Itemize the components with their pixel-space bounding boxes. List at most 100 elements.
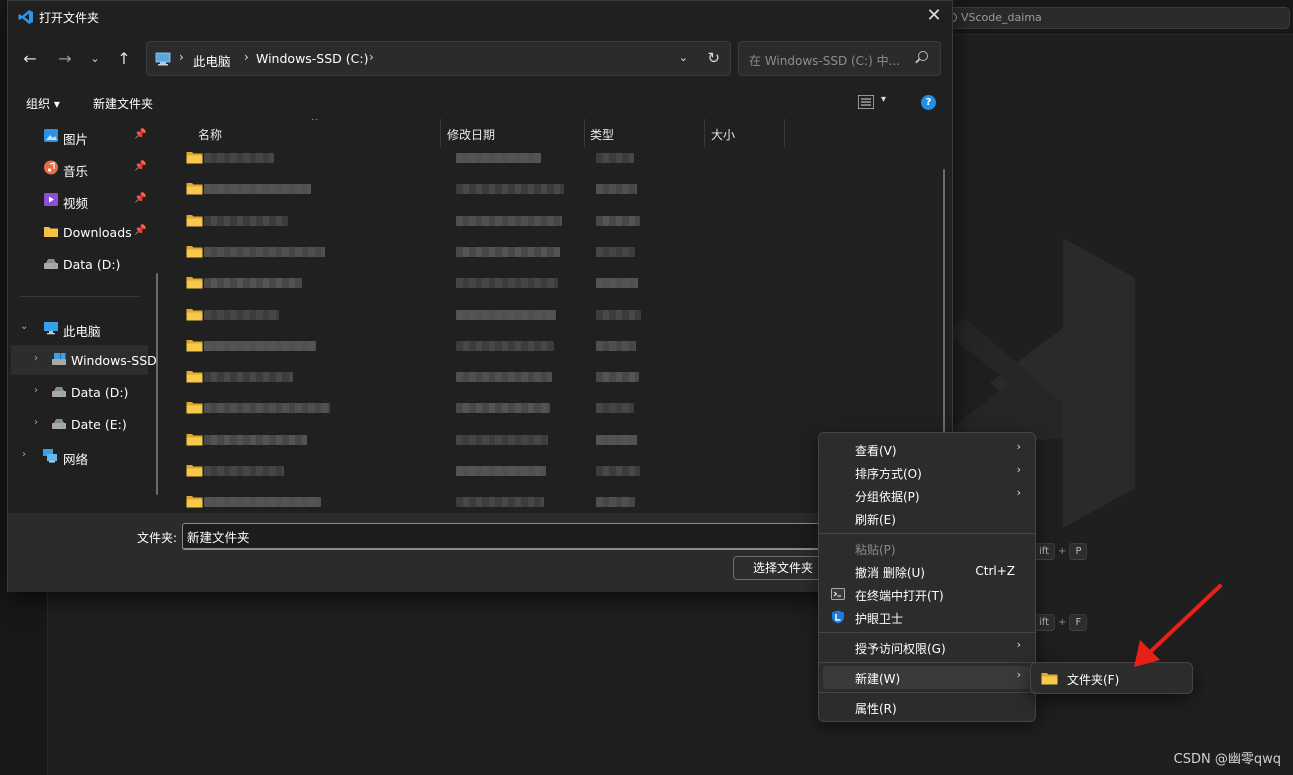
dialog-titlebar: 打开文件夹 ✕ [8, 1, 952, 32]
navigation-bar: ← → ⌄ ↑ › 此电脑 › Windows-SSD (C:) › ⌄ ↻ 在… [8, 41, 952, 77]
menu-item-eye-protection[interactable]: 护眼卫士 [823, 606, 1031, 629]
redacted-name [204, 497, 321, 508]
expand-chevron-icon[interactable]: › [34, 353, 38, 364]
forward-arrow-icon[interactable]: → [53, 47, 77, 71]
folder-icon [186, 183, 203, 195]
menu-item-sort-by[interactable]: 排序方式(O) › [823, 461, 1031, 484]
menu-separator [819, 533, 1035, 534]
redacted-name [204, 403, 330, 414]
expand-chevron-icon[interactable]: ⌄ [20, 321, 28, 332]
dialog-footer: 文件夹: 选择文件夹 [8, 513, 952, 592]
redacted-date [456, 153, 541, 163]
redacted-date [456, 215, 562, 226]
expand-chevron-icon[interactable]: › [34, 417, 38, 428]
redacted-name [204, 215, 288, 226]
view-details-icon[interactable] [858, 95, 874, 109]
search-placeholder: 在 Windows-SSD (C:) 中... [749, 54, 901, 68]
view-options-dropdown-icon[interactable]: ▾ [881, 94, 886, 105]
redacted-type [596, 340, 636, 351]
close-button[interactable]: ✕ [924, 5, 944, 27]
sidebar-item-label: Downloads [63, 225, 132, 240]
vscode-command-center[interactable]: VScode_daima [944, 7, 1290, 29]
folder-name-label: 文件夹: [137, 531, 178, 545]
menu-item-refresh[interactable]: 刷新(E) [823, 507, 1031, 530]
redacted-name [204, 434, 307, 445]
breadcrumb-this-pc[interactable]: 此电脑 [193, 51, 231, 70]
breadcrumb-separator[interactable]: › [369, 50, 374, 64]
folder-row[interactable] [186, 172, 946, 203]
menu-item-view[interactable]: 查看(V) › [823, 438, 1031, 461]
submenu-chevron-icon: › [1016, 486, 1021, 499]
sidebar-item-network[interactable]: › 网络 [8, 441, 160, 471]
search-box[interactable]: 在 Windows-SSD (C:) 中... [738, 41, 941, 76]
menu-separator [819, 662, 1035, 663]
organize-button[interactable]: 组织 ▾ [26, 95, 60, 112]
menu-item-group-by[interactable]: 分组依据(P) › [823, 484, 1031, 507]
folder-row[interactable] [186, 298, 946, 329]
shortcut-hint-2: ift + F [1030, 614, 1090, 631]
menu-item-undo-delete[interactable]: 撤消 删除(U) Ctrl+Z [823, 560, 1031, 583]
folder-icon [186, 496, 203, 508]
pin-icon: 📌 [134, 161, 147, 172]
sidebar-item-music[interactable]: 音乐 📌 [8, 153, 160, 183]
breadcrumb-separator: › [179, 50, 184, 64]
sidebar-scrollbar[interactable] [156, 273, 158, 495]
folder-row[interactable] [186, 391, 946, 422]
sidebar-item-data-d-tree[interactable]: › Data (D:) [8, 377, 160, 407]
up-arrow-icon[interactable]: ↑ [112, 47, 136, 71]
menu-item-grant-access[interactable]: 授予访问权限(G) › [823, 636, 1031, 659]
vscode-search-text: VScode_daima [961, 11, 1042, 24]
redacted-type [596, 153, 634, 163]
breadcrumb-windows-ssd[interactable]: Windows-SSD (C:) [256, 51, 368, 66]
sidebar-item-label: 视频 [63, 196, 89, 211]
folder-row[interactable] [186, 266, 946, 297]
open-folder-dialog: 打开文件夹 ✕ ← → ⌄ ↑ › 此电脑 › Windows-SSD (C:)… [7, 0, 953, 592]
folder-row[interactable] [186, 360, 946, 391]
sidebar-item-label: Date (E:) [71, 417, 127, 432]
menu-item-properties[interactable]: 属性(R) [823, 696, 1031, 719]
folder-icon [186, 277, 203, 289]
back-arrow-icon[interactable]: ← [18, 47, 42, 71]
navigation-pane: 图片 📌 音乐 📌 视频 📌 Downloads 📌 Data (D:) ⌄ 此… [8, 119, 160, 513]
terminal-icon [831, 588, 845, 600]
key-shift: ift [1033, 543, 1056, 560]
expand-chevron-icon[interactable]: › [34, 385, 38, 396]
redacted-date [456, 340, 554, 351]
watermark: CSDN @幽零qwq [1173, 752, 1281, 767]
menu-item-new[interactable]: 新建(W) › [823, 666, 1031, 689]
folder-row[interactable] [186, 235, 946, 266]
new-folder-button[interactable]: 新建文件夹 [93, 95, 153, 112]
refresh-icon[interactable]: ↻ [707, 49, 720, 67]
address-history-dropdown-icon[interactable]: ⌄ [679, 51, 688, 64]
sidebar-item-windows-ssd[interactable]: › Windows-SSD (C:) [11, 345, 160, 375]
redacted-date [456, 434, 548, 445]
redacted-type [596, 309, 641, 320]
context-menu: 查看(V) › 排序方式(O) › 分组依据(P) › 刷新(E) 粘贴(P) … [818, 432, 1036, 722]
sidebar-item-label: Data (D:) [71, 385, 129, 400]
sidebar-item-data-d[interactable]: Data (D:) [8, 249, 160, 279]
sidebar-item-this-pc[interactable]: ⌄ 此电脑 [8, 313, 160, 343]
redacted-date [456, 184, 564, 195]
drive-icon [52, 387, 66, 397]
recent-locations-chevron-icon[interactable]: ⌄ [83, 47, 107, 71]
folder-row[interactable] [186, 329, 946, 360]
redacted-type [596, 215, 640, 226]
help-icon[interactable]: ? [921, 95, 936, 110]
sidebar-item-date-e[interactable]: › Date (E:) [8, 409, 160, 439]
sidebar-item-downloads[interactable]: Downloads 📌 [8, 217, 160, 247]
redacted-name [204, 340, 316, 351]
sidebar-item-pictures[interactable]: 图片 📌 [8, 121, 160, 151]
folder-name-input[interactable] [182, 523, 842, 550]
address-bar[interactable]: › 此电脑 › Windows-SSD (C:) › ⌄ ↻ [146, 41, 731, 76]
folder-icon [186, 433, 203, 446]
shortcut-hint-1: ift + P [1030, 543, 1090, 560]
folder-row[interactable] [186, 204, 946, 235]
expand-chevron-icon[interactable]: › [22, 449, 26, 460]
sidebar-item-label: 网络 [63, 452, 89, 467]
menu-item-open-in-terminal[interactable]: 在终端中打开(T) [823, 583, 1031, 606]
dialog-title: 打开文件夹 [39, 11, 100, 25]
sidebar-item-videos[interactable]: 视频 📌 [8, 185, 160, 215]
sidebar-item-label: Data (D:) [63, 257, 121, 272]
folder-row[interactable] [186, 141, 946, 172]
redacted-type [596, 466, 640, 476]
